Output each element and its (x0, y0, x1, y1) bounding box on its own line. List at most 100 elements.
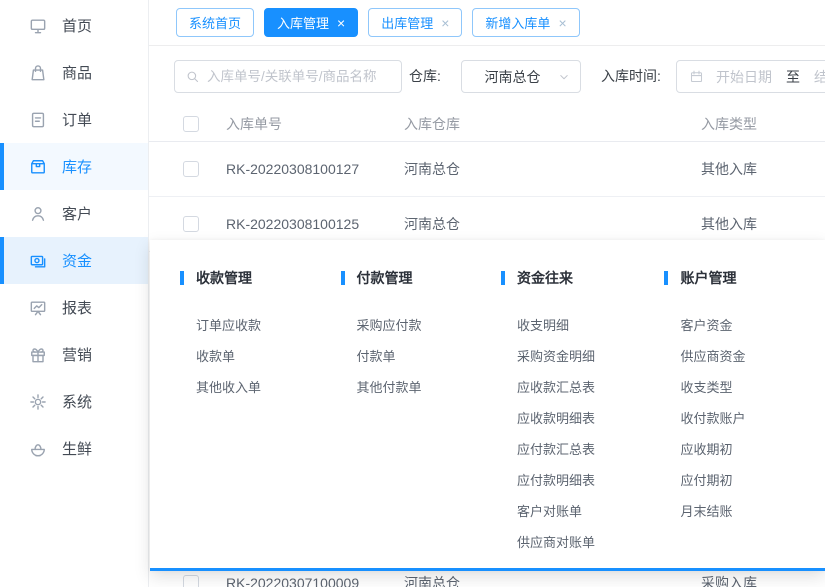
menu-item[interactable]: 应收款明细表 (517, 403, 664, 434)
menu-section-2: 付款管理采购应付款付款单其他付款单 (341, 268, 502, 568)
cell-order-no: RK-20220308100127 (226, 161, 404, 177)
gift-icon (28, 345, 48, 365)
tab-outbound-management[interactable]: 出库管理× (368, 8, 462, 37)
sidebar-item-label: 库存 (62, 156, 92, 177)
sidebar-item-funds[interactable]: 资金 (0, 237, 148, 284)
close-icon[interactable]: × (558, 16, 566, 30)
date-range-picker[interactable]: 开始日期 至 结束日期 (676, 60, 825, 93)
tab-label: 入库管理 (277, 13, 329, 32)
menu-section-3: 资金往来收支明细采购资金明细应收款汇总表应收款明细表应付款汇总表应付款明细表客户… (501, 268, 664, 568)
menu-item[interactable]: 客户资金 (680, 310, 825, 341)
column-header-type: 入库类型 (701, 114, 825, 134)
sidebar-item-inventory[interactable]: 库存 (0, 143, 148, 190)
inbound-table: 入库单号 入库仓库 入库类型 RK-20220308100127河南总仓其他入库… (149, 106, 825, 252)
menu-item[interactable]: 应收期初 (680, 434, 825, 465)
bowl-icon (28, 439, 48, 459)
date-separator: 至 (786, 67, 800, 87)
tab-label: 系统首页 (189, 13, 241, 32)
cell-order-no: RK-20220307100009 (226, 575, 404, 587)
close-icon[interactable]: × (441, 16, 449, 30)
menu-item[interactable]: 应付款明细表 (517, 465, 664, 496)
table-body: RK-20220308100127河南总仓其他入库RK-202203081001… (149, 142, 825, 252)
cell-type: 采购入库 (701, 573, 825, 587)
section-marker-icon (180, 271, 184, 285)
tab-inbound-management[interactable]: 入库管理 × (264, 8, 358, 37)
sidebar-item-fresh[interactable]: 生鲜 (0, 425, 148, 472)
cell-type: 其他入库 (701, 214, 825, 234)
menu-section-title-text: 付款管理 (357, 268, 413, 288)
tab-label: 新增入库单 (485, 13, 550, 32)
warehouse-label: 仓库: (409, 46, 441, 106)
sidebar-item-label: 生鲜 (62, 438, 92, 459)
menu-item[interactable]: 收付款账户 (680, 403, 825, 434)
user-icon (28, 204, 48, 224)
row-checkbox[interactable] (183, 216, 199, 232)
table-header: 入库单号 入库仓库 入库类型 (149, 106, 825, 142)
menu-item[interactable]: 收支类型 (680, 372, 825, 403)
sidebar-item-customers[interactable]: 客户 (0, 190, 148, 237)
search-input[interactable] (207, 69, 391, 84)
menu-section-title-text: 收款管理 (196, 268, 252, 288)
close-icon[interactable]: × (337, 16, 345, 30)
sidebar-item-orders[interactable]: 订单 (0, 96, 148, 143)
chevron-down-icon (557, 70, 571, 84)
menu-item[interactable]: 应付款汇总表 (517, 434, 664, 465)
menu-section-title: 资金往来 (501, 268, 664, 288)
tab-bar: 系统首页入库管理×出库管理×新增入库单× (149, 0, 825, 46)
document-icon (28, 110, 48, 130)
row-checkbox[interactable] (183, 575, 199, 587)
box-icon (28, 157, 48, 177)
sidebar-item-system[interactable]: 系统 (0, 378, 148, 425)
menu-section-title: 收款管理 (180, 268, 341, 288)
section-marker-icon (664, 271, 668, 285)
menu-item[interactable]: 收支明细 (517, 310, 664, 341)
cell-order-no: RK-20220308100125 (226, 216, 404, 232)
tab-system-home[interactable]: 系统首页 (176, 8, 254, 37)
column-header-order-no: 入库单号 (226, 114, 404, 134)
menu-item[interactable]: 供应商资金 (680, 341, 825, 372)
sidebar: 首页商品订单库存客户资金报表营销系统生鲜 (0, 0, 149, 587)
start-date-placeholder[interactable]: 开始日期 (716, 67, 772, 87)
menu-item[interactable]: 采购资金明细 (517, 341, 664, 372)
menu-item[interactable]: 应收款汇总表 (517, 372, 664, 403)
select-all-checkbox[interactable] (183, 116, 199, 132)
sidebar-item-home[interactable]: 首页 (0, 2, 148, 49)
sidebar-item-label: 订单 (62, 109, 92, 130)
sidebar-item-label: 首页 (62, 15, 92, 36)
gear-icon (28, 392, 48, 412)
sidebar-item-label: 报表 (62, 297, 92, 318)
search-box[interactable] (174, 60, 402, 93)
menu-item[interactable]: 采购应付款 (357, 310, 502, 341)
menu-section-4: 账户管理客户资金供应商资金收支类型收付款账户应收期初应付期初月末结账 (664, 268, 825, 568)
warehouse-select[interactable]: 河南总仓 (461, 60, 581, 93)
calendar-icon (689, 69, 704, 84)
home-icon (28, 16, 48, 36)
menu-item[interactable]: 收款单 (196, 341, 341, 372)
section-marker-icon (501, 271, 505, 285)
bag-icon (28, 63, 48, 83)
row-checkbox[interactable] (183, 161, 199, 177)
menu-item[interactable]: 其他收入单 (196, 372, 341, 403)
menu-item[interactable]: 月末结账 (680, 496, 825, 527)
sidebar-item-marketing[interactable]: 营销 (0, 331, 148, 378)
money-icon (28, 251, 48, 271)
sidebar-item-reports[interactable]: 报表 (0, 284, 148, 331)
menu-section-title: 账户管理 (664, 268, 825, 288)
menu-item[interactable]: 客户对账单 (517, 496, 664, 527)
tab-new-inbound-order[interactable]: 新增入库单 × (472, 8, 579, 37)
menu-item[interactable]: 订单应收款 (196, 310, 341, 341)
cell-warehouse: 河南总仓 (404, 159, 701, 179)
sidebar-item-label: 系统 (62, 391, 92, 412)
menu-item[interactable]: 其他付款单 (357, 372, 502, 403)
menu-item[interactable]: 应付期初 (680, 465, 825, 496)
sidebar-item-goods[interactable]: 商品 (0, 49, 148, 96)
cell-warehouse: 河南总仓 (404, 573, 701, 587)
menu-item[interactable]: 供应商对账单 (517, 527, 664, 558)
menu-section-title-text: 账户管理 (680, 268, 736, 288)
table-row[interactable]: RK-20220308100127河南总仓其他入库 (149, 142, 825, 197)
menu-section-title-text: 资金往来 (517, 268, 573, 288)
chart-board-icon (28, 298, 48, 318)
end-date-placeholder[interactable]: 结束日期 (814, 67, 825, 87)
sidebar-item-label: 商品 (62, 62, 92, 83)
menu-item[interactable]: 付款单 (357, 341, 502, 372)
